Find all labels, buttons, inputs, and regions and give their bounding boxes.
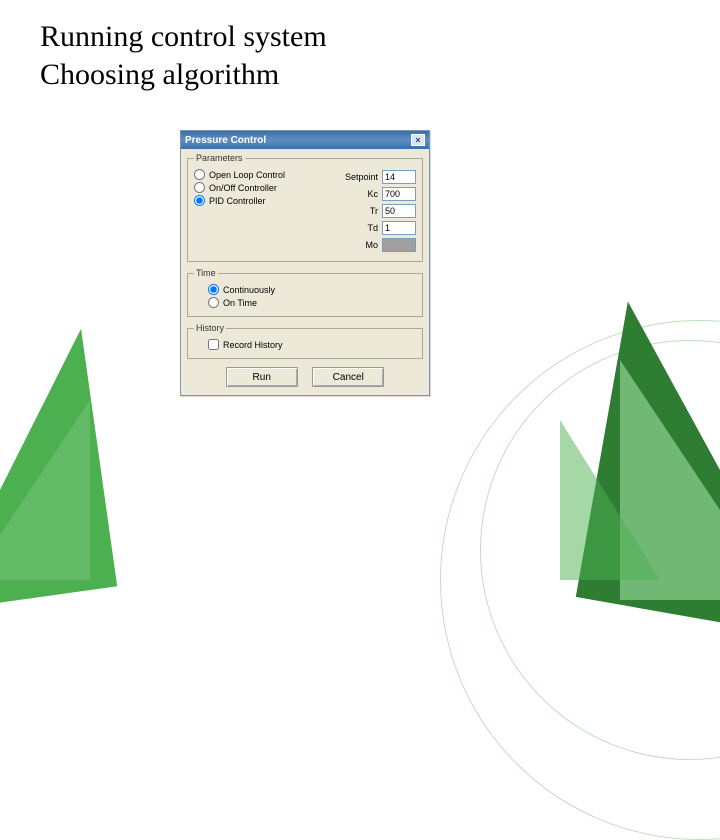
mo-input[interactable] (382, 238, 416, 252)
continuously-radio[interactable] (208, 284, 219, 295)
pid-label: PID Controller (209, 196, 266, 206)
cancel-button[interactable]: Cancel (312, 367, 384, 387)
onoff-label: On/Off Controller (209, 183, 277, 193)
td-input[interactable] (382, 221, 416, 235)
parameters-legend: Parameters (194, 153, 245, 163)
kc-label: Kc (367, 189, 378, 199)
dialog-body: Parameters Open Loop Control On/Off Cont… (181, 149, 429, 395)
history-legend: History (194, 323, 226, 333)
decorative-leaf (560, 420, 660, 580)
open-loop-radio[interactable] (194, 169, 205, 180)
setpoint-label: Setpoint (345, 172, 378, 182)
time-group: Time Continuously On Time (187, 268, 423, 317)
tr-label: Tr (370, 206, 378, 216)
dialog-title: Pressure Control (185, 135, 266, 146)
setpoint-input[interactable] (382, 170, 416, 184)
parameters-group: Parameters Open Loop Control On/Off Cont… (187, 153, 423, 262)
history-group: History Record History (187, 323, 423, 359)
onoff-radio[interactable] (194, 182, 205, 193)
continuously-label: Continuously (223, 285, 275, 295)
pressure-control-dialog: Pressure Control × Parameters Open Loop … (180, 130, 430, 396)
time-legend: Time (194, 268, 218, 278)
kc-input[interactable] (382, 187, 416, 201)
decorative-leaf (0, 400, 90, 580)
on-time-radio[interactable] (208, 297, 219, 308)
slide-title-line2: Choosing algorithm (40, 56, 327, 94)
slide-title: Running control system Choosing algorith… (40, 18, 327, 93)
slide-title-line1: Running control system (40, 18, 327, 56)
dialog-titlebar[interactable]: Pressure Control × (181, 131, 429, 149)
pid-radio[interactable] (194, 195, 205, 206)
on-time-label: On Time (223, 298, 257, 308)
record-history-label: Record History (223, 340, 283, 350)
tr-input[interactable] (382, 204, 416, 218)
td-label: Td (367, 223, 378, 233)
mo-label: Mo (365, 240, 378, 250)
run-button[interactable]: Run (226, 367, 298, 387)
record-history-checkbox[interactable] (208, 339, 219, 350)
open-loop-label: Open Loop Control (209, 170, 285, 180)
close-icon[interactable]: × (411, 134, 425, 146)
